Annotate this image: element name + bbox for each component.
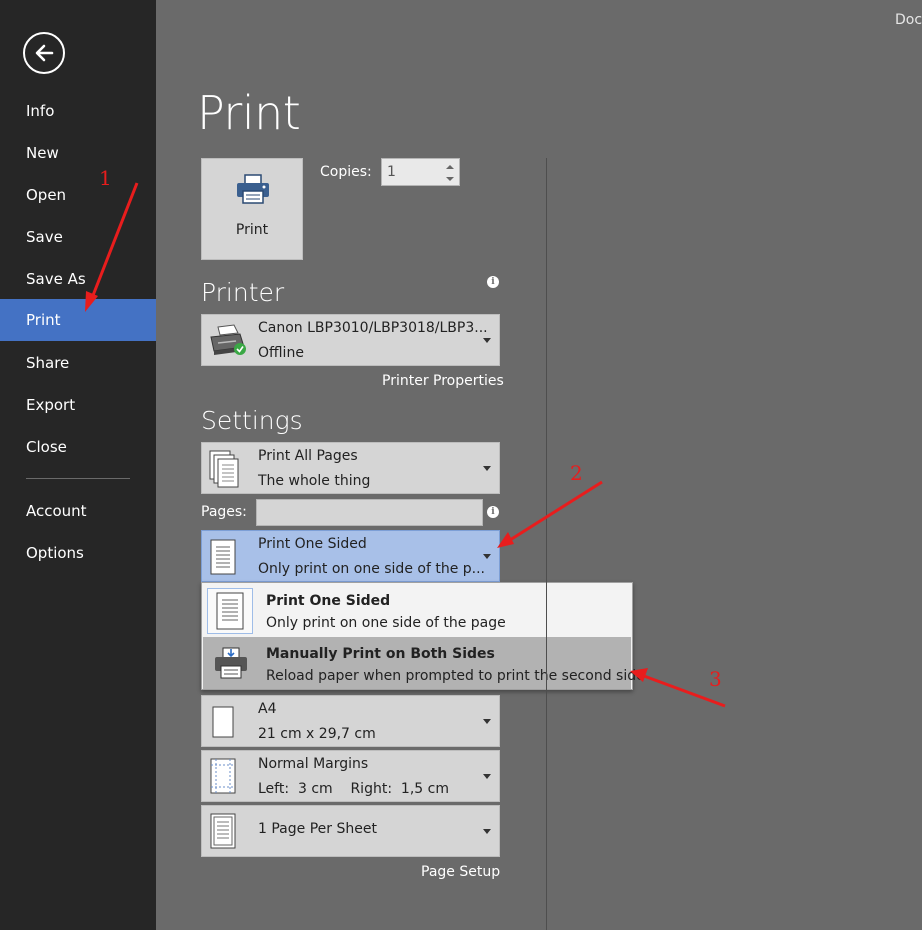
annotation-arrowhead: [630, 668, 648, 682]
annotation-arrows: [85, 182, 726, 708]
annotation-arrowhead: [85, 291, 98, 312]
annotation-arrow: [643, 674, 726, 708]
annotation-arrow: [509, 480, 603, 542]
annotation-arrow: [90, 182, 139, 299]
annotation-arrowhead: [497, 532, 514, 548]
